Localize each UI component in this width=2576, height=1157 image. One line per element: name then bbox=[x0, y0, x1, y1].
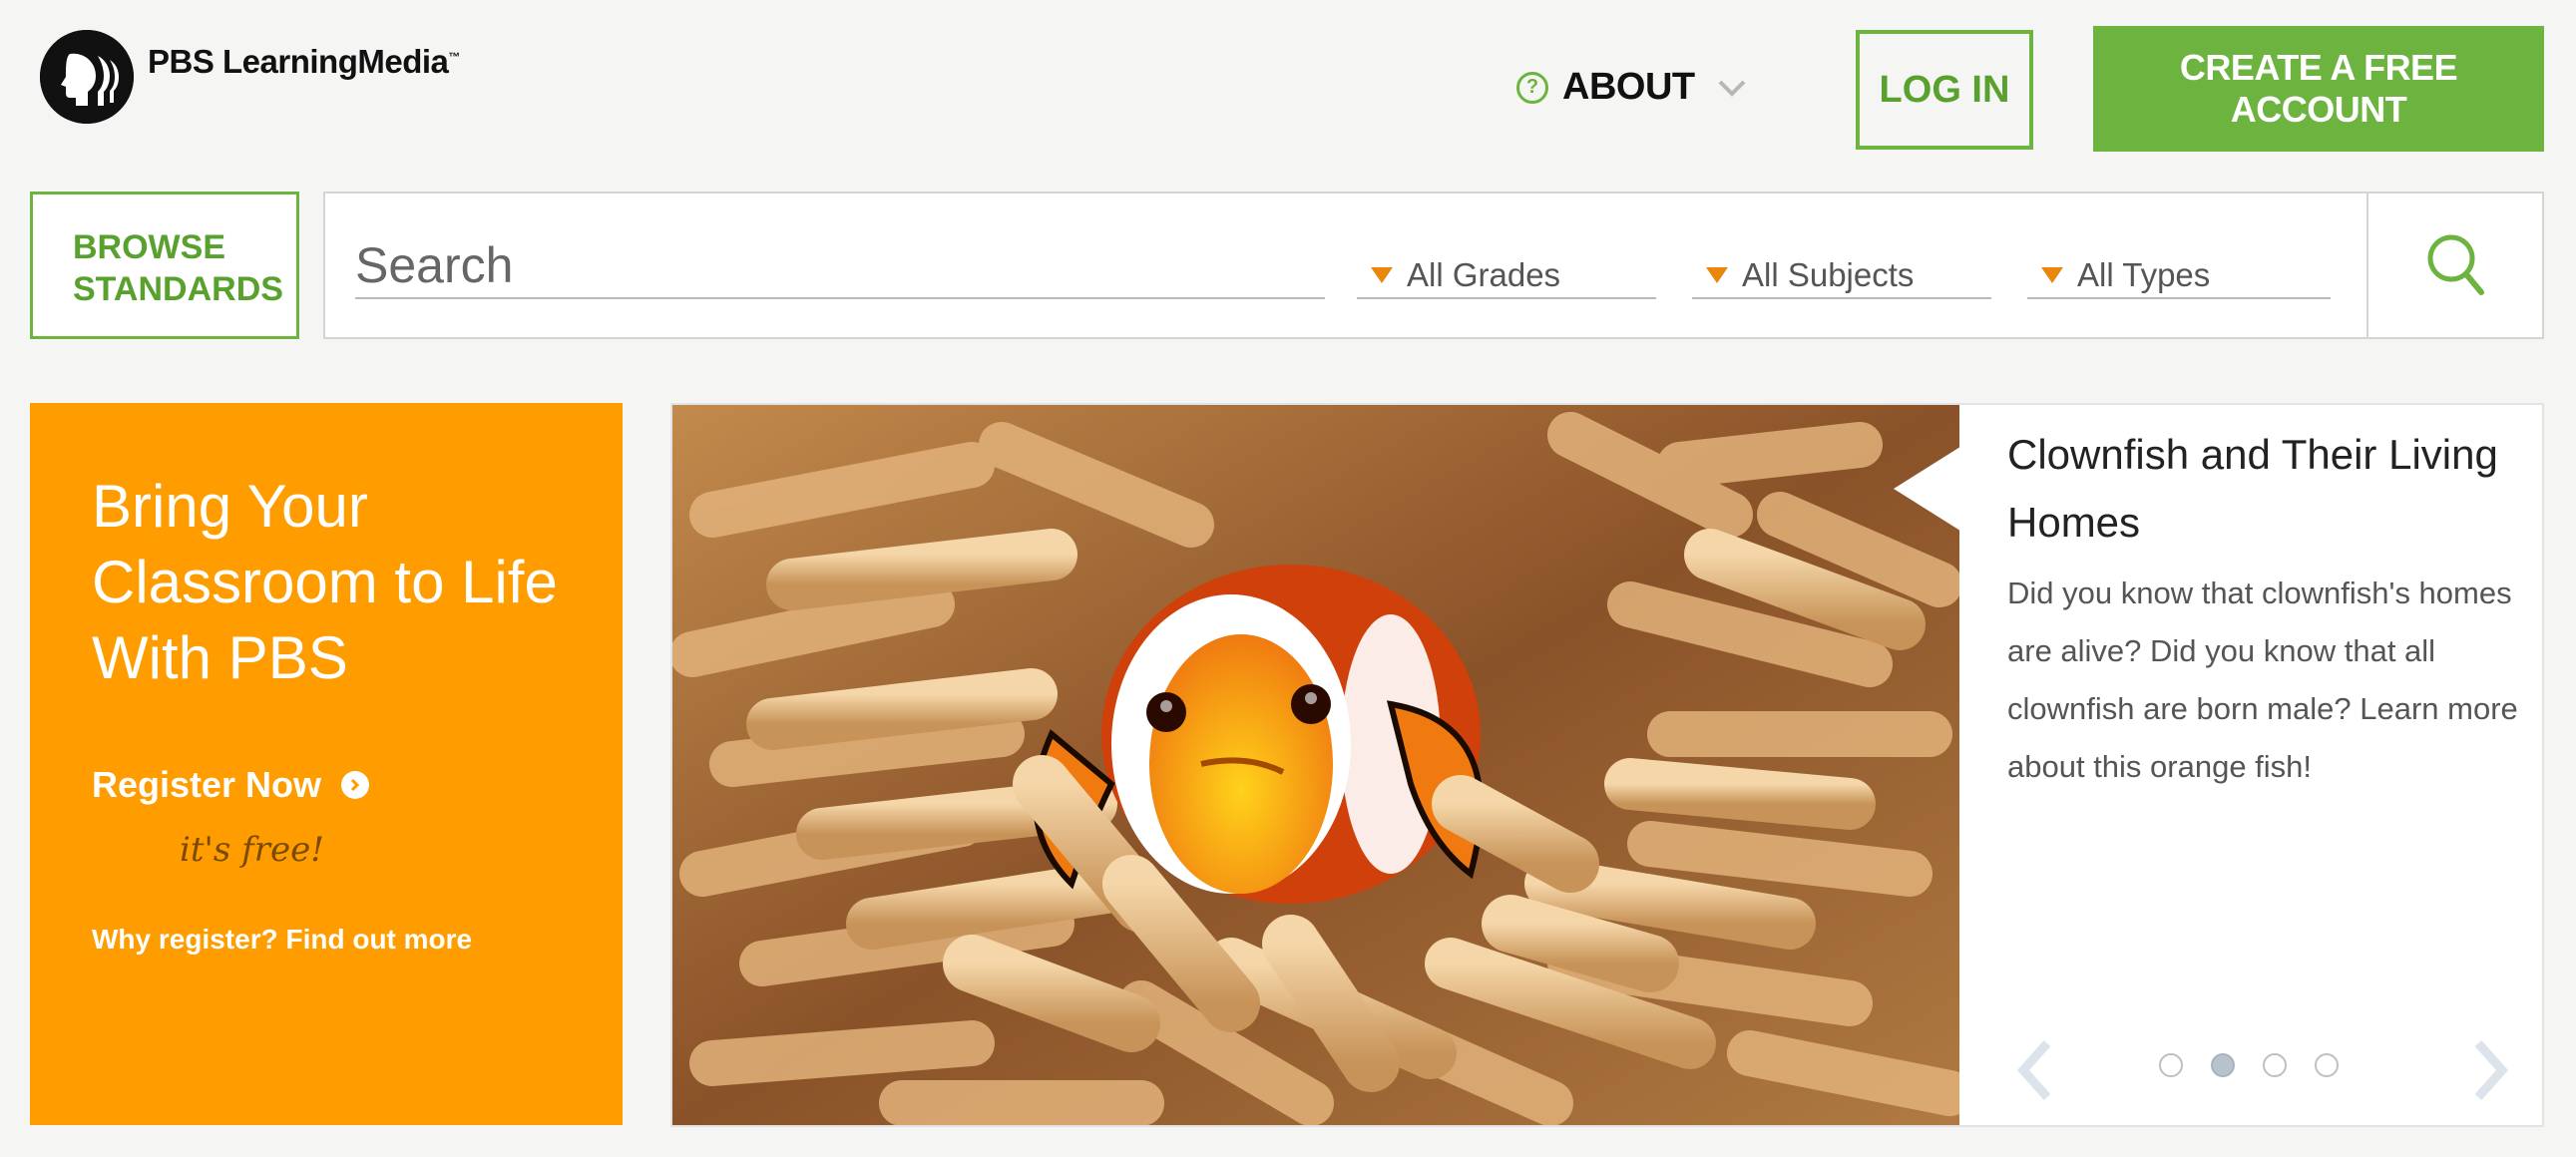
chevron-down-icon bbox=[1718, 80, 1746, 97]
register-now-link[interactable]: Register Now bbox=[92, 764, 623, 806]
register-promo: Bring Your Classroom to Life With PBS Re… bbox=[30, 403, 623, 1125]
pbs-logo[interactable]: PBS LearningMedia™ bbox=[40, 30, 460, 124]
next-slide-button[interactable] bbox=[2458, 1035, 2518, 1105]
free-note: it's free! bbox=[180, 830, 324, 870]
featured-carousel: Clownfish and Their Living Homes Did you… bbox=[670, 403, 2544, 1127]
dropdown-triangle-icon bbox=[1371, 267, 1393, 283]
types-filter-label: All Types bbox=[2077, 256, 2211, 293]
register-now-label: Register Now bbox=[92, 764, 322, 805]
slide-description: Did you know that clownfish's homes are … bbox=[2007, 576, 2518, 784]
previous-slide-button[interactable] bbox=[2007, 1035, 2067, 1105]
about-label: ABOUT bbox=[1562, 66, 1695, 108]
clownfish-image[interactable] bbox=[672, 405, 1959, 1125]
dropdown-triangle-icon bbox=[1706, 267, 1728, 283]
search-input[interactable] bbox=[355, 233, 1325, 299]
search-bar: All Grades All Subjects All Types bbox=[323, 192, 2544, 339]
types-filter[interactable]: All Types bbox=[2027, 253, 2331, 299]
pbs-head-icon bbox=[40, 30, 134, 124]
slide-pointer bbox=[1894, 445, 1963, 533]
browse-standards-button[interactable]: BROWSE STANDARDS bbox=[30, 192, 299, 339]
search-button[interactable] bbox=[2368, 193, 2544, 337]
chevron-right-icon bbox=[2474, 1040, 2509, 1100]
browse-label-line2: STANDARDS bbox=[73, 270, 283, 308]
logo-text: PBS LearningMedia bbox=[148, 43, 449, 80]
slide-dot-4[interactable] bbox=[2315, 1053, 2339, 1077]
slide-dot-2[interactable] bbox=[2211, 1053, 2235, 1077]
dropdown-triangle-icon bbox=[2041, 267, 2063, 283]
slide-title[interactable]: Clownfish and Their Living Homes bbox=[2007, 421, 2526, 557]
browse-label-line1: BROWSE bbox=[73, 228, 225, 266]
grades-filter-label: All Grades bbox=[1407, 256, 1561, 293]
create-account-button[interactable]: CREATE A FREE ACCOUNT bbox=[2093, 26, 2544, 152]
slide-dot-3[interactable] bbox=[2263, 1053, 2287, 1077]
help-circle-icon: ? bbox=[1516, 71, 1548, 104]
slide-dot-1[interactable] bbox=[2159, 1053, 2183, 1077]
chevron-left-icon bbox=[2016, 1040, 2051, 1100]
subjects-filter-label: All Subjects bbox=[1742, 256, 1915, 293]
chevron-right-circle-icon bbox=[341, 771, 370, 799]
logo-wordmark: PBS LearningMedia™ bbox=[148, 43, 460, 81]
why-register-link[interactable]: Why register? Find out more bbox=[92, 924, 623, 956]
slide-indicators bbox=[2159, 1053, 2366, 1077]
about-menu[interactable]: ? ABOUT bbox=[1516, 66, 1749, 109]
login-button[interactable]: LOG IN bbox=[1856, 30, 2033, 150]
logo-tm: ™ bbox=[448, 50, 460, 64]
search-icon bbox=[2427, 234, 2484, 295]
subjects-filter[interactable]: All Subjects bbox=[1692, 253, 1991, 299]
promo-headline: Bring Your Classroom to Life With PBS bbox=[92, 473, 558, 691]
grades-filter[interactable]: All Grades bbox=[1357, 253, 1656, 299]
